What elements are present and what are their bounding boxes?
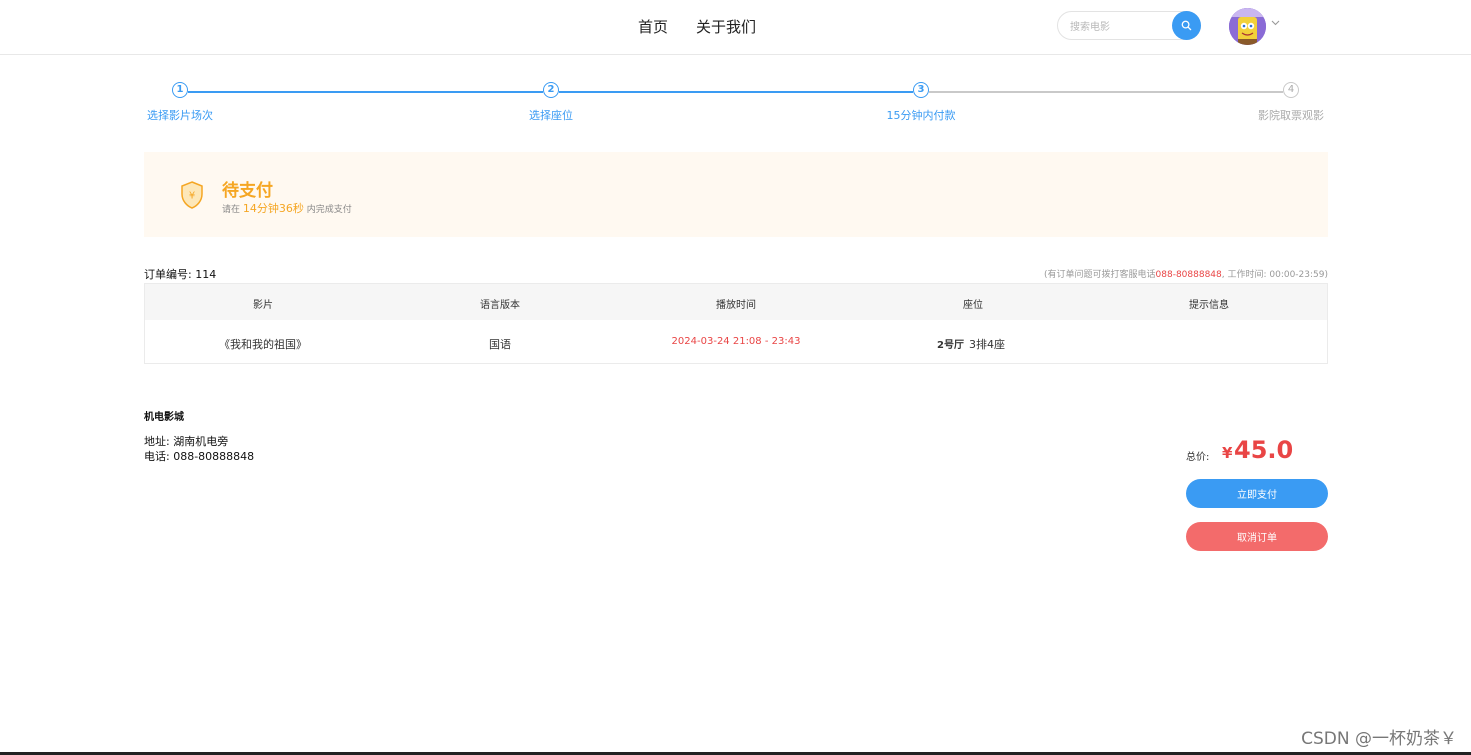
header-movie: 影片 [253, 300, 273, 311]
step-line-1 [188, 91, 543, 93]
cinema-address: 地址: 湖南机电旁 [144, 435, 229, 448]
step-line-2 [559, 91, 913, 93]
avatar[interactable] [1229, 8, 1266, 45]
hotline-suffix: , 工作时间: 00:00-23:59) [1221, 270, 1328, 280]
currency-symbol: ¥ [1222, 444, 1233, 462]
header-tip: 提示信息 [1189, 300, 1229, 311]
header-seat: 座位 [963, 300, 983, 311]
countdown-timer: 14分钟36秒 [242, 202, 304, 215]
table-header: 影片 语言版本 播放时间 座位 提示信息 [145, 284, 1327, 320]
watermark: CSDN @一杯奶茶￥ [1301, 729, 1457, 749]
step-1-label: 选择影片场次 [147, 109, 213, 122]
service-hotline: (有订单问题可拨打客服电话088-80888848, 工作时间: 00:00-2… [1044, 267, 1328, 280]
shield-yen-icon: ¥ [181, 181, 203, 209]
step-2-label: 选择座位 [529, 109, 573, 122]
search-box [1057, 11, 1201, 40]
show-time: 2024-03-24 21:08 - 23:43 [671, 336, 801, 347]
seat-info: 2号厅 3排4座 [937, 336, 1005, 352]
payment-status-title: 待支付 [222, 181, 273, 201]
total-price-value: 45.0 [1234, 436, 1294, 464]
order-number: 订单编号: 114 [144, 266, 216, 282]
payment-countdown-text: 请在 14分钟36秒 内完成支付 [222, 200, 352, 216]
hall-name: 2号厅 [937, 340, 964, 351]
chevron-down-icon[interactable] [1271, 20, 1280, 26]
step-line-3 [929, 91, 1283, 93]
search-input[interactable] [1068, 17, 1172, 37]
step-3-label: 15分钟内付款 [886, 109, 956, 122]
pending-payment-banner: ¥ 待支付 请在 14分钟36秒 内完成支付 [144, 152, 1328, 237]
step-2-dot: 2 [543, 82, 559, 98]
header-language: 语言版本 [480, 300, 520, 311]
countdown-suffix: 内完成支付 [306, 205, 352, 215]
header-time: 播放时间 [716, 300, 756, 311]
countdown-prefix: 请在 [222, 205, 241, 215]
order-table: 影片 语言版本 播放时间 座位 提示信息 《我和我的祖国》 国语 2024-03… [144, 283, 1328, 364]
search-button[interactable] [1172, 11, 1201, 40]
step-4-dot: 4 [1283, 82, 1299, 98]
total-price-label: 总价: [1186, 452, 1210, 463]
main-nav: 首页 关于我们 [638, 16, 756, 37]
pay-now-button[interactable]: 立即支付 [1186, 479, 1328, 508]
movie-name: 《我和我的祖国》 [219, 338, 307, 351]
hotline-phone: 088-80888848 [1155, 270, 1222, 280]
seat-position: 3排4座 [968, 338, 1005, 351]
nav-home[interactable]: 首页 [638, 16, 668, 37]
order-number-value: 114 [195, 268, 217, 281]
cinema-name: 机电影城 [144, 412, 184, 423]
cinema-phone: 电话: 088-80888848 [144, 450, 255, 463]
hotline-prefix: (有订单问题可拨打客服电话 [1044, 270, 1156, 280]
cancel-order-button[interactable]: 取消订单 [1186, 522, 1328, 551]
movie-language: 国语 [489, 338, 511, 351]
order-number-label: 订单编号: [144, 268, 192, 281]
nav-about[interactable]: 关于我们 [696, 16, 756, 37]
search-icon [1181, 20, 1192, 31]
step-3-dot: 3 [913, 82, 929, 98]
svg-text:¥: ¥ [189, 191, 195, 202]
step-4-label: 影院取票观影 [1258, 109, 1324, 122]
order-steps: 1 2 3 4 选择影片场次 选择座位 15分钟内付款 影院取票观影 [0, 82, 1471, 132]
step-1-dot: 1 [172, 82, 188, 98]
top-header: 首页 关于我们 [0, 0, 1471, 55]
